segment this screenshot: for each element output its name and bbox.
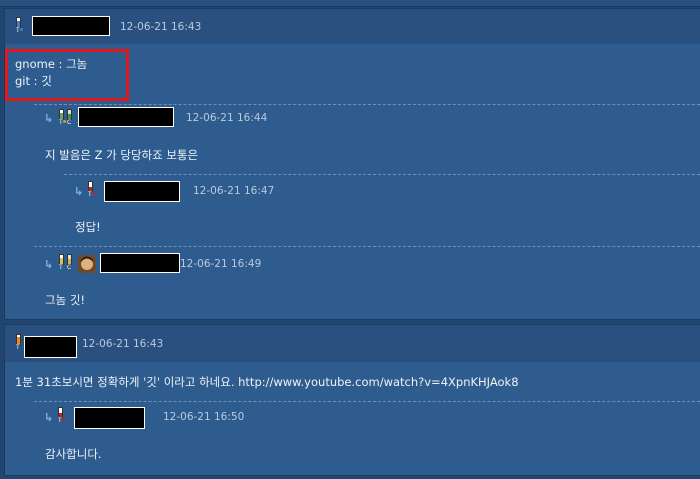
reply-arrow-icon: ↳ xyxy=(44,112,54,125)
reply-text: 감사합니다. xyxy=(45,447,102,461)
reply-arrow-icon: ↳ xyxy=(44,411,54,424)
reply-divider xyxy=(34,401,700,402)
comment-timestamp: 12-06-21 16:43 xyxy=(120,21,202,33)
reply-timestamp: 12-06-21 16:49 xyxy=(180,258,262,270)
reply-text: 지 발음은 Z 가 당당하죠 보통은 xyxy=(45,148,199,162)
reply-arrow-icon: ↳ xyxy=(74,185,84,198)
level-icon: T xyxy=(86,181,95,198)
redacted-username xyxy=(78,107,174,127)
reply-arrow-icon: ↳ xyxy=(44,258,54,271)
level-icon: T xyxy=(14,17,23,34)
redacted-username xyxy=(100,253,180,273)
redacted-username xyxy=(104,181,180,202)
reply-timestamp: 12-06-21 16:47 xyxy=(193,185,275,197)
redacted-username xyxy=(32,16,110,36)
level-icon: T xyxy=(56,407,65,424)
level-icon: C xyxy=(65,254,74,271)
reply-divider xyxy=(34,104,700,105)
redacted-username xyxy=(24,336,77,358)
reply-text: 그놈 깃! xyxy=(45,293,86,307)
level-icon: T xyxy=(14,334,23,351)
comment-text: 1분 31초보시면 정확하게 '깃' 이라고 하네요. http://www.y… xyxy=(15,375,519,389)
avatar xyxy=(78,255,96,273)
reply-timestamp: 12-06-21 16:50 xyxy=(163,411,245,423)
redacted-username xyxy=(74,407,145,429)
top-strip xyxy=(0,0,700,7)
red-highlight-box xyxy=(5,49,129,101)
comment-timestamp: 12-06-21 16:43 xyxy=(82,338,164,350)
level-icon: C xyxy=(65,109,74,126)
reply-text: 정답! xyxy=(75,220,101,234)
reply-timestamp: 12-06-21 16:44 xyxy=(186,112,268,124)
reply-divider xyxy=(64,174,700,175)
reply-divider xyxy=(34,246,700,247)
